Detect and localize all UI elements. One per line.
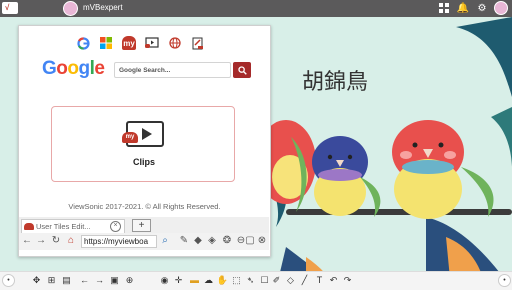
redo-arrow-icon[interactable]: → [93, 274, 106, 287]
myviewboard-tab-icon [24, 223, 34, 230]
copyright-footer: ViewSonic 2017-2021. © All Rights Reserv… [68, 202, 221, 211]
pen-tool-icon[interactable]: ✐ [270, 274, 283, 287]
clips-badge: my [122, 132, 138, 143]
user-avatar[interactable] [63, 1, 78, 16]
folder-icon[interactable]: ▬ [188, 274, 201, 287]
google-search-input[interactable]: Google Search... [114, 62, 231, 78]
page-icon[interactable]: ▣ [108, 274, 121, 287]
eraser-tool-icon[interactable]: ◇ [284, 274, 297, 287]
menu-icon[interactable]: • [2, 274, 15, 287]
search-icon [237, 65, 247, 75]
grid-icon[interactable]: ⊞ [45, 274, 58, 287]
text-tool-icon[interactable]: T [313, 274, 326, 287]
redo-icon[interactable]: ↷ [341, 274, 354, 287]
app-logo[interactable]: √ [2, 2, 18, 14]
close-window-icon[interactable]: ⊗ [255, 234, 269, 248]
logo-mark: √ [5, 3, 10, 12]
back-icon[interactable]: ← [20, 234, 34, 248]
logo-letter: G [42, 58, 57, 79]
add-page-icon[interactable]: ⊕ [123, 274, 136, 287]
lasso-icon[interactable]: ➴ [244, 274, 257, 287]
bell-icon[interactable]: 🔔 [456, 1, 470, 15]
hand-icon[interactable]: ✋ [216, 274, 229, 287]
navigation-bar: ← → ↻ ⌂ https://myviewboa ⌕ ✎ ◆ ◈ ❂ ⊖ ▢ … [19, 233, 269, 250]
logo-letter: g [78, 58, 91, 79]
logo-letter: e [94, 58, 105, 79]
undo-icon[interactable]: ↶ [327, 274, 340, 287]
apps-icon[interactable] [437, 1, 451, 15]
logo-letter: o [67, 58, 79, 79]
quick-links: my [76, 36, 205, 50]
search-button[interactable] [233, 62, 251, 78]
search-icon[interactable]: ⌕ [158, 234, 172, 248]
forward-icon[interactable]: → [34, 234, 48, 248]
shutter-icon[interactable]: ❂ [220, 234, 234, 248]
url-field[interactable]: https://myviewboa [81, 235, 157, 248]
clips-label: Clips [132, 157, 155, 167]
marker-icon[interactable]: ◈ [205, 234, 219, 248]
select-icon[interactable]: ⬚ [230, 274, 243, 287]
tab-bar: User Tiles Edit... × + [19, 217, 269, 233]
eraser-icon[interactable]: ◆ [191, 234, 205, 248]
whiteboard-icon[interactable] [191, 36, 205, 50]
logo-letter: o [56, 58, 68, 79]
camera-icon[interactable]: ◉ [158, 274, 171, 287]
clips-card[interactable]: my Clips [51, 106, 235, 182]
tab-user-tiles[interactable]: User Tiles Edit... × [21, 219, 125, 233]
google-icon[interactable] [76, 36, 90, 50]
microsoft-icon[interactable] [99, 36, 113, 50]
undo-arrow-icon[interactable]: ← [78, 274, 91, 287]
crosshair-icon[interactable]: ✛ [172, 274, 185, 287]
top-bar: √ mVBexpert 🔔 ⚙ [0, 0, 512, 17]
home-icon[interactable]: ⌂ [64, 234, 78, 248]
bottom-toolbar: • ✥ ⊞ ▤ ← → ▣ ⊕ ◉ ✛ ▬ ☁ ✋ ⬚ ➴ ☐ ✐ ◇ ╱ T … [0, 271, 512, 290]
artwork-title: 胡錦鳥 [302, 70, 369, 95]
settings-icon[interactable]: ⚙ [475, 1, 489, 15]
background-artwork [266, 17, 512, 289]
lovebirds-illustration [266, 17, 512, 289]
tab-label: User Tiles Edit... [36, 222, 91, 231]
new-tab-button[interactable]: + [132, 219, 151, 232]
cloud-icon[interactable]: ☁ [202, 274, 215, 287]
close-tab-icon[interactable]: × [110, 221, 121, 232]
refresh-icon[interactable]: ↻ [49, 234, 63, 248]
google-logo: Google [42, 58, 105, 80]
clips-icon[interactable] [145, 36, 159, 50]
profile-avatar[interactable] [494, 1, 508, 15]
pen-icon[interactable]: ✎ [177, 234, 191, 248]
myviewboard-icon[interactable]: my [122, 36, 136, 50]
line-tool-icon[interactable]: ╱ [298, 274, 311, 287]
move-icon[interactable]: ✥ [30, 274, 43, 287]
options-icon[interactable]: • [498, 274, 511, 287]
username: mVBexpert [83, 3, 123, 12]
layers-icon[interactable]: ▤ [60, 274, 73, 287]
globe-icon[interactable] [168, 36, 182, 50]
